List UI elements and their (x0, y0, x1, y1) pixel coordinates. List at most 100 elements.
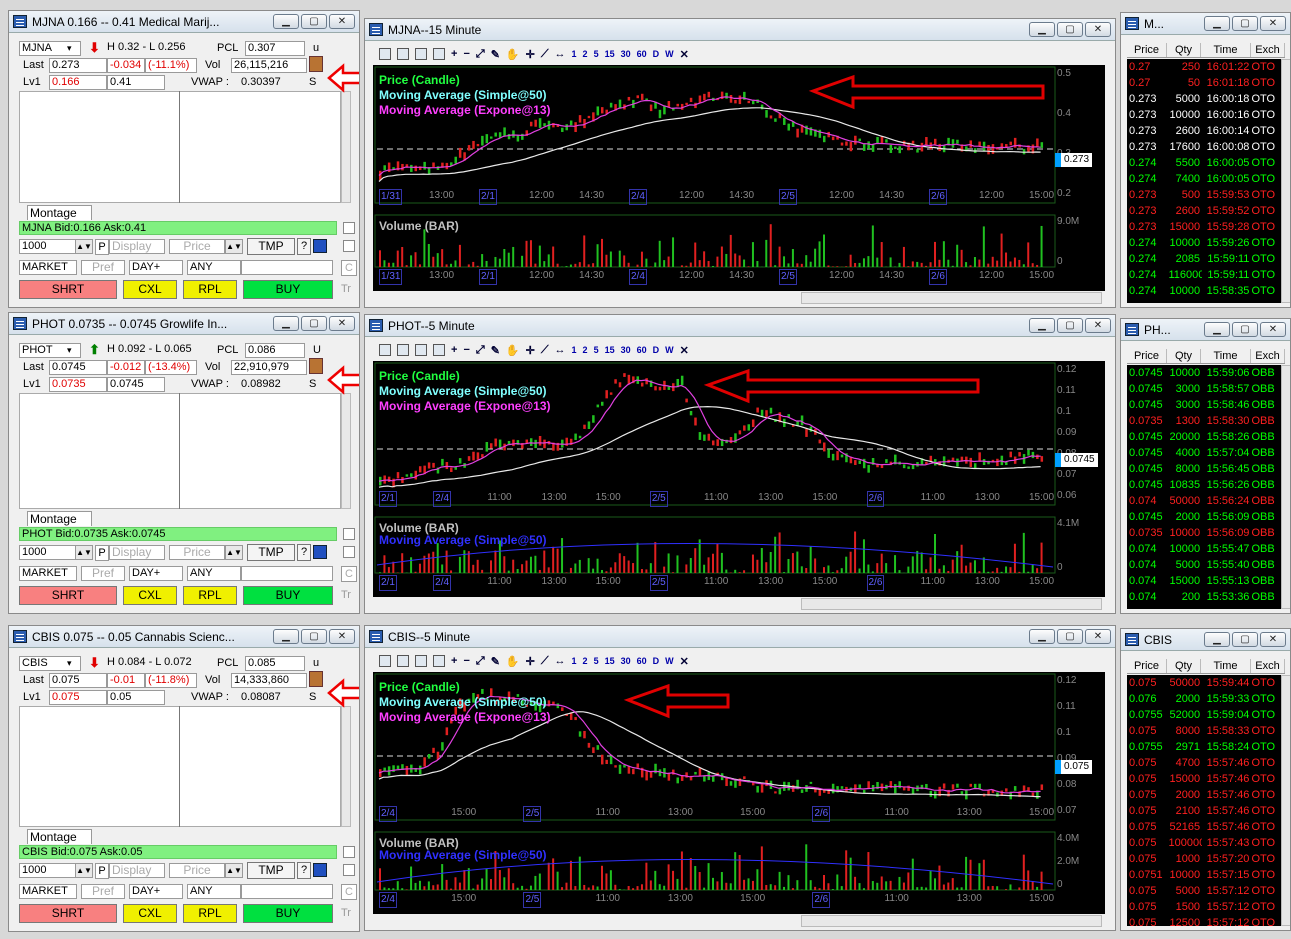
maximize-button[interactable]: ▢ (1057, 629, 1083, 644)
order-checkbox[interactable] (343, 864, 355, 876)
order-checkbox[interactable] (343, 546, 355, 558)
dropdown-icon[interactable]: ▾ (67, 41, 72, 55)
hand-icon[interactable]: ✋ (506, 48, 520, 61)
pref-input[interactable]: Pref (81, 884, 125, 899)
interval-button-1[interactable]: 1 (572, 49, 577, 59)
window-titlebar[interactable]: CBIS ▁ ▢ ✕ (1121, 629, 1290, 651)
column-header-qty[interactable]: Qty (1167, 43, 1201, 57)
destination-select[interactable] (241, 566, 333, 581)
pan-icon[interactable]: ↔ (555, 655, 566, 667)
price-stepper[interactable]: ▲▼ (225, 863, 243, 878)
display-input[interactable]: Display (109, 545, 165, 560)
close-chart-icon[interactable]: ✕ (680, 655, 689, 668)
close-button[interactable]: ✕ (1085, 629, 1111, 644)
fit-icon[interactable]: ⤢ (476, 48, 485, 61)
column-header-exch[interactable]: Exch (1251, 659, 1285, 673)
window-titlebar[interactable]: MJNA--15 Minute ▁ ▢ ✕ (365, 19, 1115, 41)
draw-icon[interactable] (415, 655, 427, 667)
quantity-input[interactable]: 1000 (19, 863, 77, 878)
order-type-select[interactable]: MARKET (19, 884, 77, 899)
depth-scrollbar[interactable] (341, 91, 351, 203)
quantity-input[interactable]: 1000 (19, 545, 77, 560)
maximize-button[interactable]: ▢ (1232, 322, 1258, 337)
line-icon[interactable]: ⟋ (541, 344, 549, 357)
maximize-button[interactable]: ▢ (301, 316, 327, 331)
chart-scrollbar[interactable] (801, 915, 1102, 927)
interval-button-30[interactable]: 30 (621, 345, 631, 355)
minimize-button[interactable]: ▁ (1029, 22, 1055, 37)
indicator-icon[interactable] (397, 344, 409, 356)
crosshair-icon[interactable]: ✛ (526, 48, 535, 61)
order-type-select[interactable]: MARKET (19, 260, 77, 275)
montage-bar[interactable]: CBIS Bid:0.075 Ask:0.05 (19, 845, 337, 859)
chart-canvas[interactable]: Price (Candle) Moving Average (Simple@50)… (373, 672, 1105, 914)
interval-button-d[interactable]: D (653, 49, 660, 59)
minimize-button[interactable]: ▁ (273, 629, 299, 644)
close-chart-icon[interactable]: ✕ (680, 344, 689, 357)
tif-select[interactable]: DAY+ (129, 566, 183, 581)
dropdown-icon[interactable]: ▾ (67, 656, 72, 670)
column-header-exch[interactable]: Exch (1251, 349, 1285, 363)
time-sales-scrollbar[interactable] (1281, 675, 1290, 926)
lock-icon[interactable] (313, 545, 327, 559)
p-button[interactable]: P (95, 863, 109, 879)
montage-tab[interactable]: Montage (27, 511, 92, 526)
pencil-icon[interactable]: ✎ (491, 48, 500, 61)
pencil-icon[interactable]: ✎ (491, 344, 500, 357)
buy-button[interactable]: BUY (243, 586, 333, 605)
indicator-icon[interactable] (397, 48, 409, 60)
interval-button-60[interactable]: 60 (637, 656, 647, 666)
refresh-icon[interactable] (433, 655, 445, 667)
pref-input[interactable]: Pref (81, 566, 125, 581)
column-header-qty[interactable]: Qty (1167, 349, 1201, 363)
route-select[interactable]: ANY (187, 566, 241, 581)
refresh-icon[interactable] (433, 344, 445, 356)
display-input[interactable]: Display (109, 239, 165, 254)
short-button[interactable]: SHRT (19, 280, 117, 299)
time-sales-scrollbar[interactable] (1281, 365, 1290, 609)
chart-scrollbar[interactable] (801, 598, 1102, 610)
lock-icon[interactable] (313, 239, 327, 253)
c-field[interactable]: C (341, 566, 357, 582)
tif-select[interactable]: DAY+ (129, 884, 183, 899)
interval-button-2[interactable]: 2 (583, 345, 588, 355)
replace-button[interactable]: RPL (183, 586, 237, 605)
c-field[interactable]: C (341, 884, 357, 900)
montage-tab[interactable]: Montage (27, 829, 92, 844)
price-input[interactable]: Price (169, 239, 225, 254)
chart-type-icon[interactable] (379, 344, 391, 356)
close-button[interactable]: ✕ (1260, 322, 1286, 337)
interval-button-15[interactable]: 15 (605, 345, 615, 355)
interval-button-15[interactable]: 15 (605, 656, 615, 666)
hand-icon[interactable]: ✋ (506, 655, 520, 668)
minimize-button[interactable]: ▁ (1029, 629, 1055, 644)
minimize-button[interactable]: ▁ (1204, 322, 1230, 337)
interval-button-1[interactable]: 1 (572, 656, 577, 666)
destination-select[interactable] (241, 884, 333, 899)
close-button[interactable]: ✕ (329, 629, 355, 644)
cancel-button[interactable]: CXL (123, 280, 177, 299)
quantity-stepper[interactable]: ▲▼ (75, 545, 93, 560)
price-input[interactable]: Price (169, 863, 225, 878)
column-header-time[interactable]: Time (1201, 43, 1251, 57)
line-icon[interactable]: ⟋ (541, 655, 549, 668)
chart-icon[interactable] (309, 358, 323, 374)
maximize-button[interactable]: ▢ (1232, 632, 1258, 647)
help-button[interactable]: ? (297, 862, 311, 879)
column-header-exch[interactable]: Exch (1251, 43, 1285, 57)
close-button[interactable]: ✕ (1085, 318, 1111, 333)
interval-button-w[interactable]: W (665, 345, 674, 355)
close-button[interactable]: ✕ (1260, 16, 1286, 31)
zoom-out-icon[interactable]: − (463, 344, 469, 356)
price-stepper[interactable]: ▲▼ (225, 545, 243, 560)
pref-input[interactable]: Pref (81, 260, 125, 275)
interval-button-w[interactable]: W (665, 49, 674, 59)
crosshair-icon[interactable]: ✛ (526, 344, 535, 357)
buy-button[interactable]: BUY (243, 280, 333, 299)
line-icon[interactable]: ⟋ (541, 48, 549, 61)
p-button[interactable]: P (95, 239, 109, 255)
display-input[interactable]: Display (109, 863, 165, 878)
depth-scrollbar[interactable] (341, 706, 351, 827)
column-header-price[interactable]: Price (1127, 659, 1167, 673)
montage-bar[interactable]: PHOT Bid:0.0735 Ask:0.0745 (19, 527, 337, 541)
